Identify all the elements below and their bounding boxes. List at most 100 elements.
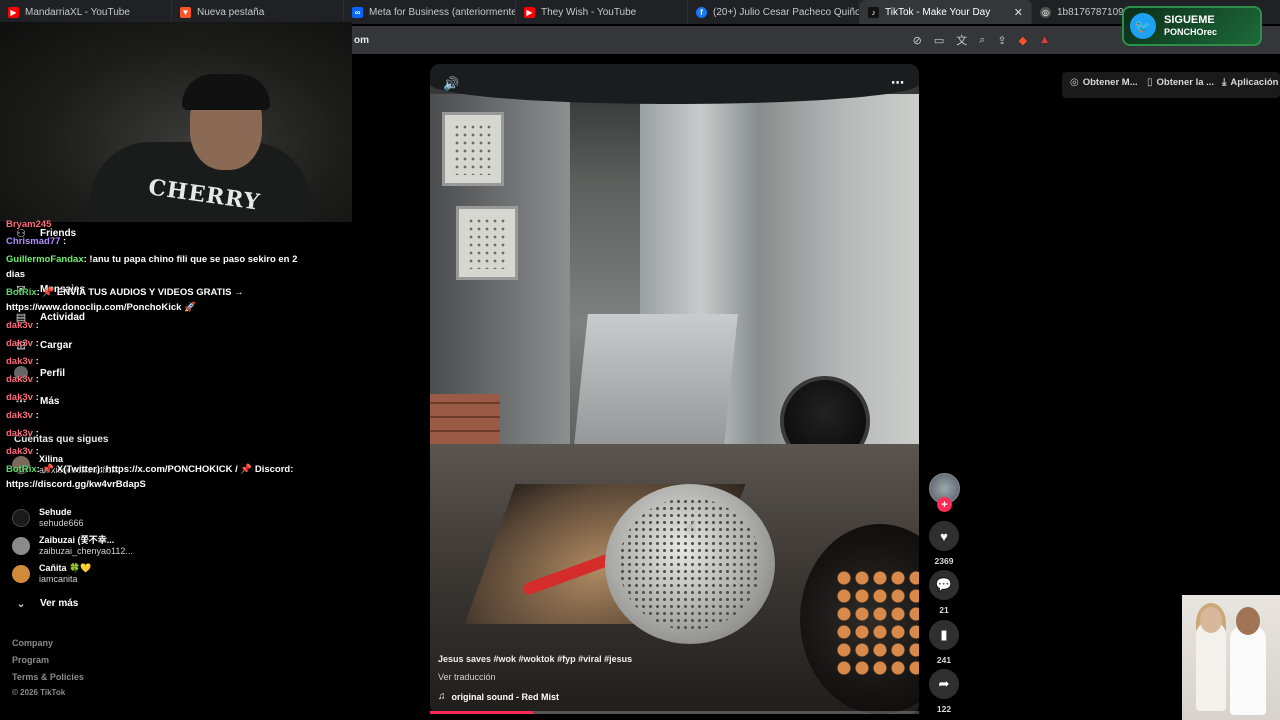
- chat-message: dak3v :: [6, 408, 39, 424]
- comment-button[interactable]: 💬: [929, 570, 959, 600]
- sidebar-item-label: Perfil: [40, 367, 66, 379]
- tab-title: (20+) Julio Cesar Pacheco Quiñones: [713, 6, 859, 18]
- chat-message: dias: [6, 267, 25, 283]
- url-text[interactable]: om: [354, 35, 369, 46]
- chat-message: GuillermoFandax: !anu tu papa chino fili…: [6, 252, 297, 268]
- share-button[interactable]: ➦: [929, 669, 959, 699]
- video-scene-panel: [456, 206, 518, 280]
- chat-message: BotRix: 📌 ENVIA TUS AUDIOS Y VIDEOS GRAT…: [6, 285, 244, 301]
- share-arrow-icon: ➦: [938, 676, 950, 691]
- chat-message: Bryam245: [6, 217, 51, 233]
- account-handle: zaibuzai_chenyao112...: [39, 546, 133, 556]
- more-options-icon[interactable]: ⋯: [891, 75, 904, 91]
- footer-company-link[interactable]: Company: [12, 638, 53, 648]
- chat-message: dak3v :: [6, 318, 39, 334]
- footer-terms-link[interactable]: Terms & Policies: [12, 672, 84, 682]
- header-action-label: Obtener la ...: [1156, 77, 1215, 88]
- no-tracking-icon[interactable]: ⊘: [913, 34, 922, 47]
- tab-title: MandarriaXL - YouTube: [25, 6, 130, 18]
- couple-photo-overlay: [1182, 595, 1280, 720]
- chat-text: dias: [6, 269, 26, 280]
- meta-icon: ∞: [352, 6, 363, 18]
- chat-message: dak3v :: [6, 444, 39, 460]
- chat-text: :: [35, 428, 39, 439]
- banner-line1: SIGUEME: [1164, 14, 1215, 26]
- avatar: [12, 565, 30, 583]
- volume-icon[interactable]: 🔊: [443, 76, 459, 92]
- tab-new-tab[interactable]: ▼ Nueva pestaña: [172, 0, 344, 24]
- get-coins-button[interactable]: ◎ Obtener M...: [1070, 77, 1138, 88]
- tab-tiktok[interactable]: ♪ TikTok - Make Your Day ✕: [860, 0, 1032, 24]
- chat-text: :: [35, 446, 39, 457]
- footer-program-link[interactable]: Program: [12, 655, 49, 665]
- chat-text: :: [63, 236, 67, 247]
- translate-icon[interactable]: 文: [956, 32, 967, 48]
- chat-text: https://www.donoclip.com/PonchoKick 🚀: [6, 302, 196, 313]
- following-account[interactable]: Sehude sehude666: [12, 507, 84, 529]
- chat-message: Chrismad77 :: [6, 234, 66, 250]
- get-app-button[interactable]: ▯ Obtener la ...: [1147, 77, 1214, 88]
- chat-username: BotRix: [6, 287, 37, 298]
- chat-text: : !anu tu papa chino fili que se paso se…: [83, 254, 298, 265]
- like-count: 2369: [934, 556, 954, 566]
- chat-message: dak3v :: [6, 426, 39, 442]
- video-scene-panel: [442, 112, 504, 186]
- webcam-overlay: CHERRY: [0, 22, 352, 222]
- facebook-icon: f: [696, 6, 707, 18]
- comment-icon: 💬: [935, 577, 953, 592]
- tiktok-icon: ♪: [868, 6, 879, 18]
- bookmark-icon: ▮: [940, 627, 948, 642]
- chat-username: GuillermoFandax: [6, 254, 84, 265]
- chat-text: : 📌 X(Twitter): https://x.com/PONCHOKICK…: [36, 464, 294, 475]
- chat-message: dak3v :: [6, 372, 39, 388]
- following-account[interactable]: Cañita 🍀💛 iamcanita: [12, 563, 91, 585]
- chat-message: dak3v :: [6, 336, 39, 352]
- chat-text: https://discord.gg/kw4vrBdapS: [6, 479, 146, 490]
- tab-meta-business[interactable]: ∞ Meta for Business (anteriormente, Fa: [344, 0, 516, 24]
- chat-username: dak3v: [6, 428, 33, 439]
- video-player[interactable]: [430, 64, 919, 714]
- chat-text: : 📌 ENVIA TUS AUDIOS Y VIDEOS GRATIS →: [36, 287, 244, 298]
- brave-shield-icon[interactable]: ◆: [1019, 34, 1027, 47]
- zoom-icon[interactable]: ⌕: [979, 34, 985, 47]
- youtube-icon: ▶: [8, 6, 19, 18]
- brave-rewards-icon[interactable]: ▲: [1039, 34, 1050, 46]
- see-translation-link[interactable]: Ver traducción: [438, 672, 496, 682]
- share-icon[interactable]: ⇪: [997, 34, 1006, 47]
- banner-line2: PONCHOrec: [1164, 27, 1218, 37]
- picture-in-picture-icon[interactable]: ▭: [934, 34, 944, 47]
- chat-message: https://www.donoclip.com/PonchoKick 🚀: [6, 300, 196, 316]
- like-button[interactable]: ♥: [929, 521, 959, 551]
- save-button[interactable]: ▮: [929, 620, 959, 650]
- video-sound[interactable]: ♫ original sound - Red Mist: [438, 691, 559, 702]
- share-count: 122: [936, 704, 952, 714]
- close-tab-icon[interactable]: ✕: [1006, 6, 1023, 19]
- account-handle: iamcanita: [39, 574, 78, 584]
- follow-banner: 🐦 SIGUEME PONCHOrec: [1122, 6, 1262, 46]
- chat-username: dak3v: [6, 446, 33, 457]
- sidebar-item-label: Cargar: [40, 339, 73, 351]
- account-name: Sehude: [39, 507, 72, 517]
- avatar: [12, 537, 30, 555]
- chat-message: dak3v :: [6, 390, 39, 406]
- tab-they-wish[interactable]: ▶ They Wish - YouTube: [516, 0, 688, 24]
- follow-plus-icon[interactable]: +: [937, 497, 952, 512]
- tab-title: They Wish - YouTube: [541, 6, 637, 18]
- video-caption: Jesus saves #wok #woktok #fyp #viral #je…: [438, 654, 633, 664]
- following-account[interactable]: Zaibuzai (쫓不幸... zaibuzai_chenyao112...: [12, 535, 133, 557]
- chat-text: :: [35, 392, 39, 403]
- tab-title: Nueva pestaña: [197, 6, 265, 18]
- browser-tab-strip: ▶ MandarriaXL - YouTube ▼ Nueva pestaña …: [0, 0, 1280, 24]
- chat-username: dak3v: [6, 320, 33, 331]
- address-bar-icons: ⊘ ▭ 文 ⌕ ⇪ ◆ ▲: [913, 32, 1050, 48]
- chat-username: Bryam245: [6, 219, 52, 230]
- see-more-button[interactable]: ⌄ Ver más: [14, 596, 78, 610]
- desktop-app-button[interactable]: ⤓ Aplicación: [1222, 77, 1278, 88]
- mouse-cursor-icon: ☝: [686, 520, 696, 537]
- twitter-bird-icon: 🐦: [1130, 13, 1156, 39]
- music-note-icon: ♫: [438, 691, 446, 702]
- video-progress-bar[interactable]: [430, 711, 919, 714]
- sound-title: original sound - Red Mist: [451, 691, 560, 702]
- tab-mandarriaxl[interactable]: ▶ MandarriaXL - YouTube: [0, 0, 172, 24]
- tab-facebook[interactable]: f (20+) Julio Cesar Pacheco Quiñones: [688, 0, 860, 24]
